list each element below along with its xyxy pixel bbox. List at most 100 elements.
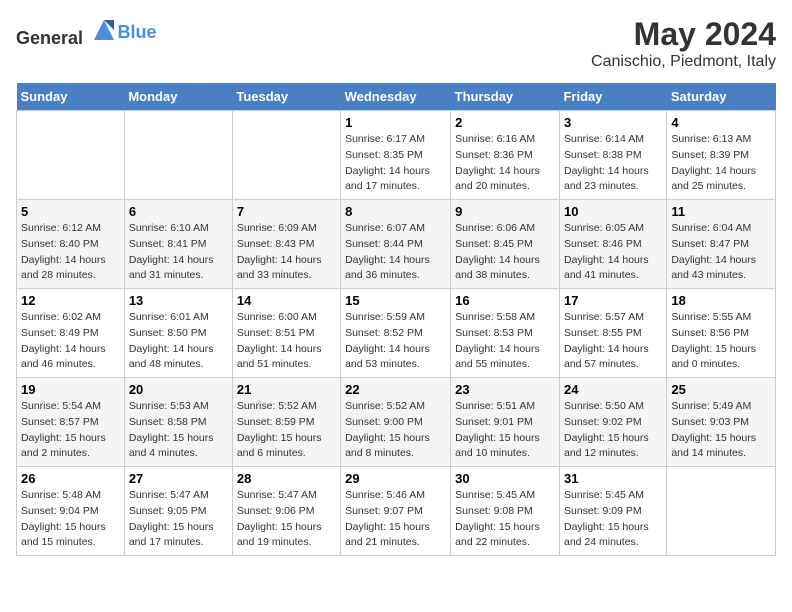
day-info: Sunrise: 6:06 AMSunset: 8:45 PMDaylight:…: [455, 221, 555, 284]
day-info: Sunrise: 5:54 AMSunset: 8:57 PMDaylight:…: [21, 399, 120, 462]
calendar-week-row: 1 Sunrise: 6:17 AMSunset: 8:35 PMDaylight…: [17, 111, 776, 200]
day-number: 25: [671, 382, 771, 397]
day-info: Sunrise: 5:47 AMSunset: 9:05 PMDaylight:…: [129, 488, 228, 551]
day-info: Sunrise: 5:48 AMSunset: 9:04 PMDaylight:…: [21, 488, 120, 551]
day-info: Sunrise: 6:17 AMSunset: 8:35 PMDaylight:…: [345, 132, 446, 195]
day-info: Sunrise: 6:07 AMSunset: 8:44 PMDaylight:…: [345, 221, 446, 284]
day-number: 11: [671, 204, 771, 219]
day-info: Sunrise: 5:46 AMSunset: 9:07 PMDaylight:…: [345, 488, 446, 551]
month-title: May 2024: [591, 16, 776, 53]
calendar-cell: 10 Sunrise: 6:05 AMSunset: 8:46 PMDayligh…: [559, 200, 666, 289]
day-number: 3: [564, 115, 662, 130]
calendar-cell: 25 Sunrise: 5:49 AMSunset: 9:03 PMDayligh…: [667, 378, 776, 467]
day-number: 7: [237, 204, 336, 219]
logo-general: General: [16, 28, 83, 48]
calendar-week-row: 12Sunrise: 6:02 AMSunset: 8:49 PMDayligh…: [17, 289, 776, 378]
calendar-cell: 8 Sunrise: 6:07 AMSunset: 8:44 PMDaylight…: [341, 200, 451, 289]
weekday-header: Friday: [559, 83, 666, 111]
day-info: Sunrise: 5:59 AMSunset: 8:52 PMDaylight:…: [345, 310, 446, 373]
calendar-cell: 11 Sunrise: 6:04 AMSunset: 8:47 PMDayligh…: [667, 200, 776, 289]
calendar-cell: 26 Sunrise: 5:48 AMSunset: 9:04 PMDayligh…: [17, 467, 125, 556]
day-number: 24: [564, 382, 662, 397]
day-info: Sunrise: 6:16 AMSunset: 8:36 PMDaylight:…: [455, 132, 555, 195]
calendar-cell: 5Sunrise: 6:12 AMSunset: 8:40 PMDaylight…: [17, 200, 125, 289]
calendar-cell: 16Sunrise: 5:58 AMSunset: 8:53 PMDayligh…: [451, 289, 560, 378]
day-info: Sunrise: 5:53 AMSunset: 8:58 PMDaylight:…: [129, 399, 228, 462]
calendar-cell: 14Sunrise: 6:00 AMSunset: 8:51 PMDayligh…: [232, 289, 340, 378]
calendar-cell: 29 Sunrise: 5:46 AMSunset: 9:07 PMDayligh…: [341, 467, 451, 556]
day-number: 31: [564, 471, 662, 486]
location-title: Canischio, Piedmont, Italy: [591, 53, 776, 71]
calendar-cell: 17Sunrise: 5:57 AMSunset: 8:55 PMDayligh…: [559, 289, 666, 378]
day-number: 8: [345, 204, 446, 219]
weekday-header: Monday: [124, 83, 232, 111]
day-info: Sunrise: 6:13 AMSunset: 8:39 PMDaylight:…: [671, 132, 771, 195]
day-info: Sunrise: 6:14 AMSunset: 8:38 PMDaylight:…: [564, 132, 662, 195]
day-number: 23: [455, 382, 555, 397]
day-info: Sunrise: 5:47 AMSunset: 9:06 PMDaylight:…: [237, 488, 336, 551]
calendar-cell: 21Sunrise: 5:52 AMSunset: 8:59 PMDayligh…: [232, 378, 340, 467]
day-number: 6: [129, 204, 228, 219]
calendar-cell: 9 Sunrise: 6:06 AMSunset: 8:45 PMDaylight…: [451, 200, 560, 289]
day-info: Sunrise: 6:10 AMSunset: 8:41 PMDaylight:…: [129, 221, 228, 284]
day-info: Sunrise: 5:49 AMSunset: 9:03 PMDaylight:…: [671, 399, 771, 462]
day-number: 13: [129, 293, 228, 308]
calendar-table: SundayMondayTuesdayWednesdayThursdayFrid…: [16, 83, 776, 556]
weekday-header-row: SundayMondayTuesdayWednesdayThursdayFrid…: [17, 83, 776, 111]
calendar-cell: 27 Sunrise: 5:47 AMSunset: 9:05 PMDayligh…: [124, 467, 232, 556]
calendar-cell: 7 Sunrise: 6:09 AMSunset: 8:43 PMDaylight…: [232, 200, 340, 289]
day-info: Sunrise: 6:00 AMSunset: 8:51 PMDaylight:…: [237, 310, 336, 373]
calendar-cell: 19 Sunrise: 5:54 AMSunset: 8:57 PMDayligh…: [17, 378, 125, 467]
day-number: 12: [21, 293, 120, 308]
calendar-cell: 30Sunrise: 5:45 AMSunset: 9:08 PMDayligh…: [451, 467, 560, 556]
day-number: 28: [237, 471, 336, 486]
day-number: 30: [455, 471, 555, 486]
weekday-header: Tuesday: [232, 83, 340, 111]
day-number: 18: [671, 293, 771, 308]
calendar-week-row: 5Sunrise: 6:12 AMSunset: 8:40 PMDaylight…: [17, 200, 776, 289]
day-number: 1: [345, 115, 446, 130]
day-info: Sunrise: 5:55 AMSunset: 8:56 PMDaylight:…: [671, 310, 771, 373]
day-number: 20: [129, 382, 228, 397]
day-info: Sunrise: 6:09 AMSunset: 8:43 PMDaylight:…: [237, 221, 336, 284]
day-info: Sunrise: 6:04 AMSunset: 8:47 PMDaylight:…: [671, 221, 771, 284]
day-number: 9: [455, 204, 555, 219]
calendar-cell: 22 Sunrise: 5:52 AMSunset: 9:00 PMDayligh…: [341, 378, 451, 467]
day-number: 17: [564, 293, 662, 308]
day-number: 15: [345, 293, 446, 308]
calendar-cell: 28 Sunrise: 5:47 AMSunset: 9:06 PMDayligh…: [232, 467, 340, 556]
page-header: General Blue May 2024 Canischio, Piedmon…: [16, 16, 776, 71]
day-number: 22: [345, 382, 446, 397]
day-number: 10: [564, 204, 662, 219]
calendar-week-row: 19 Sunrise: 5:54 AMSunset: 8:57 PMDayligh…: [17, 378, 776, 467]
day-number: 27: [129, 471, 228, 486]
calendar-cell: 18 Sunrise: 5:55 AMSunset: 8:56 PMDayligh…: [667, 289, 776, 378]
day-number: 2: [455, 115, 555, 130]
day-info: Sunrise: 5:52 AMSunset: 9:00 PMDaylight:…: [345, 399, 446, 462]
calendar-cell: 31 Sunrise: 5:45 AMSunset: 9:09 PMDayligh…: [559, 467, 666, 556]
calendar-cell: 12Sunrise: 6:02 AMSunset: 8:49 PMDayligh…: [17, 289, 125, 378]
calendar-cell: 24Sunrise: 5:50 AMSunset: 9:02 PMDayligh…: [559, 378, 666, 467]
day-info: Sunrise: 6:05 AMSunset: 8:46 PMDaylight:…: [564, 221, 662, 284]
calendar-cell: [17, 111, 125, 200]
day-number: 29: [345, 471, 446, 486]
logo-icon: [90, 16, 118, 44]
day-info: Sunrise: 5:51 AMSunset: 9:01 PMDaylight:…: [455, 399, 555, 462]
calendar-cell: 6 Sunrise: 6:10 AMSunset: 8:41 PMDaylight…: [124, 200, 232, 289]
calendar-cell: [667, 467, 776, 556]
calendar-cell: 23 Sunrise: 5:51 AMSunset: 9:01 PMDayligh…: [451, 378, 560, 467]
day-info: Sunrise: 5:45 AMSunset: 9:09 PMDaylight:…: [564, 488, 662, 551]
day-number: 16: [455, 293, 555, 308]
weekday-header: Saturday: [667, 83, 776, 111]
calendar-cell: 4 Sunrise: 6:13 AMSunset: 8:39 PMDaylight…: [667, 111, 776, 200]
title-block: May 2024 Canischio, Piedmont, Italy: [591, 16, 776, 71]
logo: General Blue: [16, 16, 157, 49]
calendar-cell: 15 Sunrise: 5:59 AMSunset: 8:52 PMDayligh…: [341, 289, 451, 378]
day-info: Sunrise: 6:01 AMSunset: 8:50 PMDaylight:…: [129, 310, 228, 373]
day-info: Sunrise: 5:52 AMSunset: 8:59 PMDaylight:…: [237, 399, 336, 462]
logo-blue: Blue: [118, 22, 157, 42]
calendar-cell: 1 Sunrise: 6:17 AMSunset: 8:35 PMDaylight…: [341, 111, 451, 200]
day-number: 4: [671, 115, 771, 130]
day-number: 19: [21, 382, 120, 397]
day-number: 26: [21, 471, 120, 486]
